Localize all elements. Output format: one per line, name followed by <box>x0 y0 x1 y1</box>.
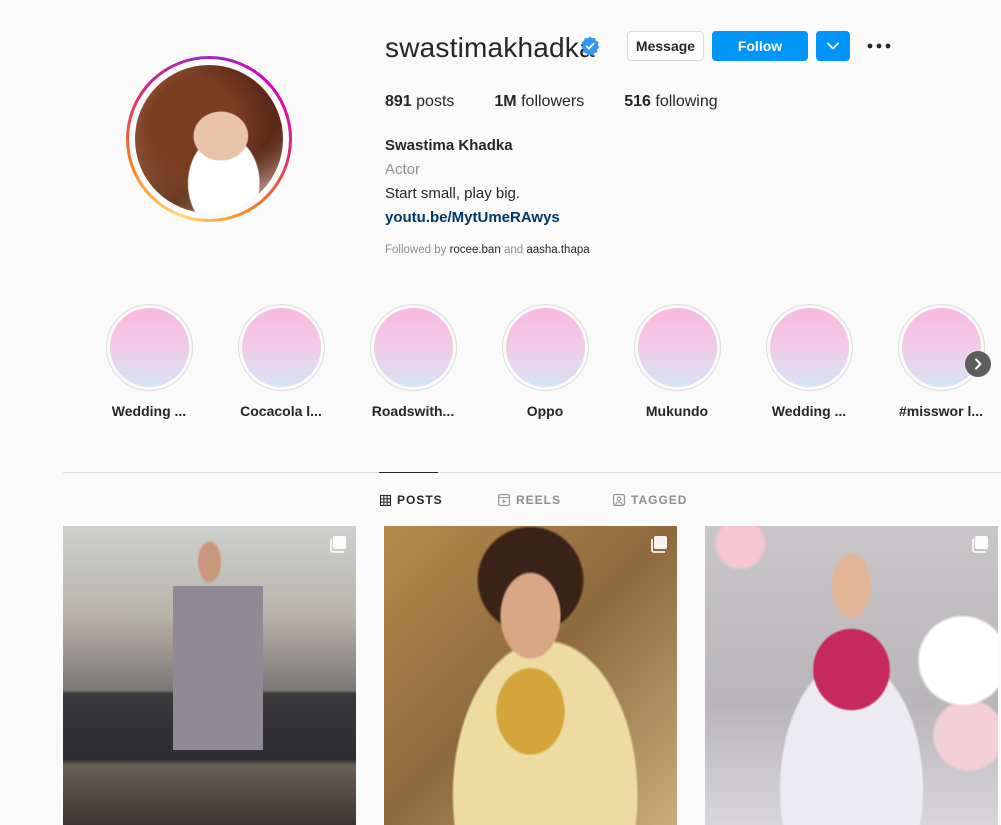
followed-by-user-aasha[interactable]: aasha.thapa <box>526 244 589 256</box>
tab-tagged[interactable]: TAGGED <box>613 493 687 507</box>
posts-label: posts <box>416 93 455 110</box>
followed-by: Followed by rocee.ban and aasha.thapa <box>385 244 590 256</box>
tab-tagged-label: TAGGED <box>631 493 688 507</box>
profile-avatar[interactable] <box>126 56 292 222</box>
post-thumbnail[interactable] <box>384 526 677 825</box>
profile-bio: Start small, play big. <box>385 185 521 202</box>
profile-page: swastimakhadka Message Follow 891 posts … <box>0 0 1001 825</box>
highlight-cover <box>769 308 849 387</box>
highlight-cover <box>505 308 585 387</box>
chevron-right-icon <box>975 358 982 370</box>
tab-posts-label: POSTS <box>397 493 443 507</box>
profile-category: Actor <box>385 161 421 178</box>
chevron-down-icon <box>827 42 839 50</box>
suggested-accounts-button[interactable] <box>816 31 850 61</box>
highlight-label: Roadswith... <box>371 403 455 419</box>
following-label: following <box>655 93 718 110</box>
more-options-button[interactable] <box>866 34 892 58</box>
highlight-label: Mukundo <box>645 403 709 419</box>
highlight-label: #misswor l... <box>898 403 984 419</box>
multiple-images-icon <box>651 536 667 553</box>
grid-icon <box>380 494 391 506</box>
avatar-photo <box>135 65 283 213</box>
posts-count: 891 <box>385 93 412 110</box>
followed-by-user-rocee[interactable]: rocee.ban <box>450 244 501 256</box>
highlight-cover <box>901 308 981 387</box>
profile-link[interactable]: youtu.be/MytUmeRAwys <box>385 209 560 226</box>
tagged-icon <box>613 494 625 506</box>
reels-icon <box>498 494 510 506</box>
followed-by-and: and <box>503 244 524 256</box>
stat-posts: 891 posts <box>385 93 454 111</box>
profile-stats: 891 posts 1M followers 516 following <box>385 93 758 111</box>
verified-badge-icon <box>581 36 600 56</box>
highlight-label: Wedding ... <box>111 403 187 419</box>
highlight-label: Wedding ... <box>771 403 847 419</box>
followers-label: followers <box>521 93 585 110</box>
following-count: 516 <box>624 93 651 110</box>
multiple-images-icon <box>972 536 988 553</box>
stat-following[interactable]: 516 following <box>624 93 717 111</box>
highlight-cover <box>241 308 321 387</box>
highlight-label: Cocacola l... <box>240 403 322 419</box>
tab-reels[interactable]: REELS <box>498 493 561 507</box>
highlight-item[interactable]: Wedding ... <box>105 304 193 419</box>
follow-button[interactable]: Follow <box>712 31 808 61</box>
active-tab-indicator <box>379 472 438 473</box>
highlight-item[interactable]: Mukundo <box>633 304 721 419</box>
highlight-item[interactable]: Cocacola l... <box>237 304 325 419</box>
tabs-divider <box>63 472 1001 473</box>
highlight-item[interactable]: Roadswith... <box>369 304 457 419</box>
profile-full-name: Swastima Khadka <box>385 137 513 154</box>
profile-username: swastimakhadka <box>385 32 595 63</box>
highlight-item[interactable]: Wedding ... <box>765 304 853 419</box>
stat-followers[interactable]: 1M followers <box>494 93 584 111</box>
multiple-images-icon <box>330 536 346 553</box>
highlight-cover <box>637 308 717 387</box>
message-button[interactable]: Message <box>627 31 704 61</box>
highlight-item[interactable]: Oppo <box>501 304 589 419</box>
post-thumbnail[interactable] <box>63 526 356 825</box>
tab-reels-label: REELS <box>516 493 562 507</box>
followed-by-prefix: Followed by <box>385 244 447 256</box>
highlight-cover <box>373 308 453 387</box>
highlight-cover <box>109 308 189 387</box>
more-options-icon <box>867 43 891 49</box>
followers-count: 1M <box>494 93 517 110</box>
post-thumbnail[interactable] <box>705 526 998 825</box>
highlight-label: Oppo <box>526 403 564 419</box>
tab-posts[interactable]: POSTS <box>380 493 443 507</box>
highlights-next-button[interactable] <box>965 351 991 377</box>
